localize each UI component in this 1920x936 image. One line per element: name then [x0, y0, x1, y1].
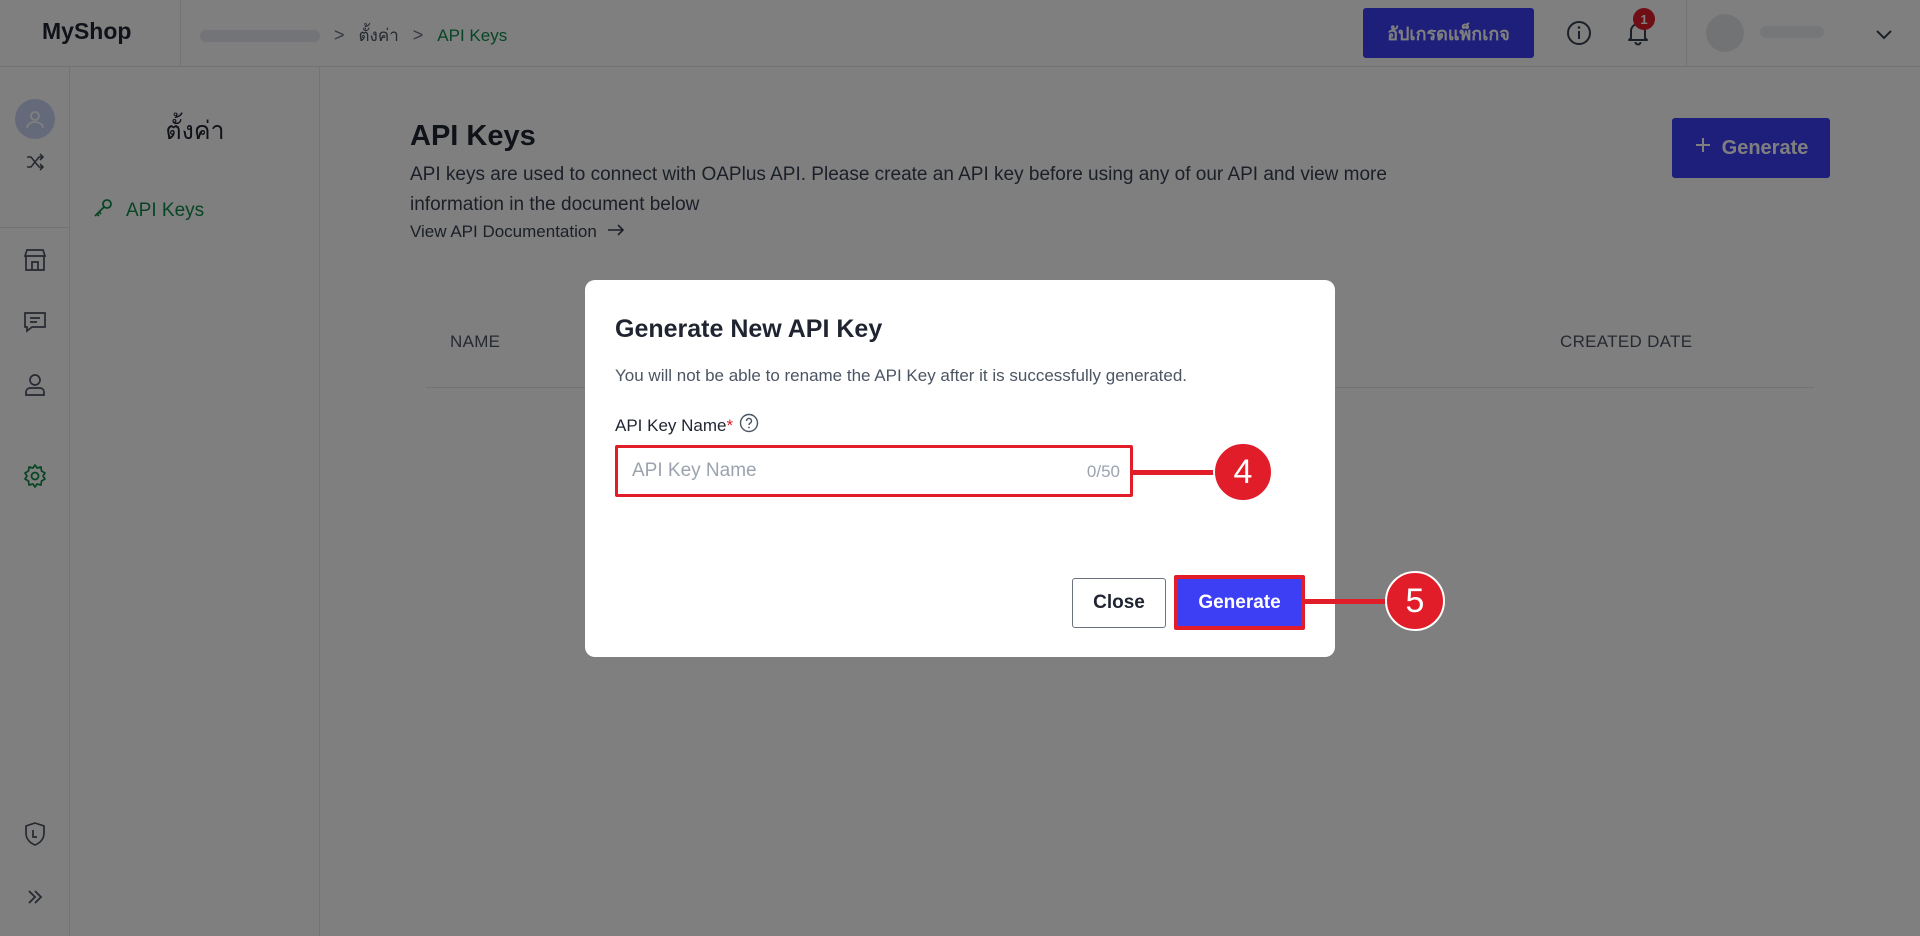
modal-title: Generate New API Key: [615, 315, 883, 343]
generate-button[interactable]: Generate: [1174, 575, 1305, 630]
api-key-name-input[interactable]: [632, 458, 1052, 484]
callout-connector: [1133, 470, 1215, 475]
character-counter: 0/50: [1086, 462, 1120, 481]
field-label-text: API Key Name: [615, 415, 727, 435]
step-4-marker: 4: [1213, 442, 1273, 502]
callout-connector: [1305, 599, 1387, 604]
modal-description: You will not be able to rename the API K…: [615, 366, 1188, 385]
required-mark: *: [726, 415, 734, 435]
close-button[interactable]: Close: [1072, 578, 1166, 628]
step-5-marker: 5: [1385, 571, 1445, 631]
api-key-name-field[interactable]: 0/50: [615, 445, 1133, 497]
api-key-name-label: API Key Name *: [615, 413, 759, 438]
help-icon[interactable]: [739, 413, 759, 438]
